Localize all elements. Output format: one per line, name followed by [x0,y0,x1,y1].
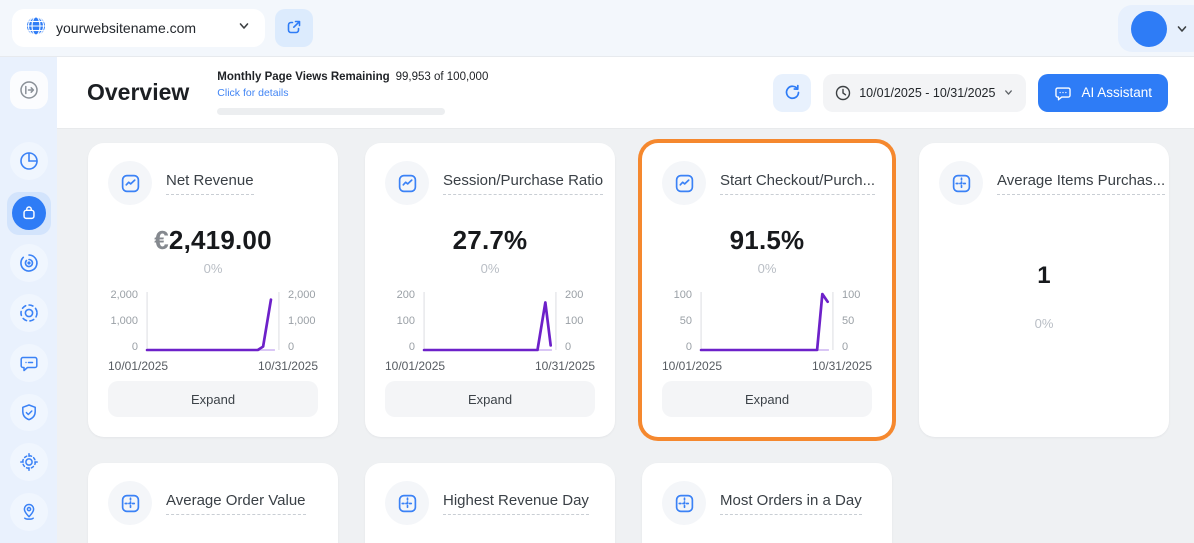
site-name: yourwebsitename.com [56,20,237,36]
grid-table-icon [397,493,418,514]
sidebar [0,57,57,543]
site-selector[interactable]: yourwebsitename.com [12,9,265,47]
mini-chart: 100500 100500 [662,288,872,356]
date-range-picker[interactable]: 10/01/2025 - 10/31/2025 [823,74,1026,112]
kpi-card-most-orders-in-a-day: Most Orders in a Day [642,463,892,543]
globe-icon [26,16,46,41]
chart-date-range: 10/01/202510/31/2025 [108,359,318,373]
quota-progress-fill [217,108,445,115]
card-title[interactable]: Session/Purchase Ratio [443,172,603,195]
shopping-bag-icon [20,204,38,222]
kpi-card-average-order-value: Average Order Value [88,463,338,543]
kpi-card-highest-revenue-day: Highest Revenue Day [365,463,615,543]
kpi-card-start-checkout-purchase: Start Checkout/Purch... 91.5% 0% 100500 … [642,143,892,437]
card-value: 91.5% [662,225,872,256]
quota-label: Monthly Page Views Remaining [217,71,389,83]
chart-date-range: 10/01/202510/31/2025 [662,359,872,373]
chart-date-range: 10/01/202510/31/2025 [385,359,595,373]
grid-table-icon [674,493,695,514]
sidebar-item-geolocation[interactable] [10,493,48,531]
mini-chart: 2,0001,0000 2,0001,0000 [108,288,318,356]
grid-table-icon [951,173,972,194]
sidebar-item-ecommerce[interactable] [7,192,51,236]
gauge-icon [19,253,39,273]
sidebar-item-dashboard[interactable] [10,142,48,180]
pie-chart-icon [19,151,39,171]
expand-button[interactable]: Expand [385,381,595,417]
mini-chart: 2001000 2001000 [385,288,595,356]
card-title[interactable]: Most Orders in a Day [720,492,862,515]
card-title[interactable]: Highest Revenue Day [443,492,589,515]
sidebar-item-feedback[interactable] [10,344,48,382]
card-title[interactable]: Net Revenue [166,172,254,195]
sidebar-item-speed[interactable] [10,244,48,282]
card-title[interactable]: Average Items Purchas... [997,172,1165,195]
line-chart-icon [397,173,418,194]
content-area: Net Revenue €2,419.00 0% 2,0001,0000 2,0… [57,129,1194,543]
expand-button[interactable]: Expand [662,381,872,417]
quota-value: 99,953 of 100,000 [396,71,489,83]
date-range-text: 10/01/2025 - 10/31/2025 [859,86,995,100]
kpi-card-average-items-purchased: Average Items Purchas... 1 0% [919,143,1169,437]
sidebar-item-security[interactable] [10,394,48,432]
kpi-card-net-revenue: Net Revenue €2,419.00 0% 2,0001,0000 2,0… [88,143,338,437]
pageviews-quota: Monthly Page Views Remaining 99,953 of 1… [217,71,488,115]
sidebar-toggle-icon [19,80,39,100]
sidebar-item-recordings[interactable] [10,294,48,332]
card-delta: 0% [385,261,595,276]
avatar [1131,11,1167,47]
chevron-down-icon [237,19,251,38]
card-title[interactable]: Average Order Value [166,492,306,515]
card-delta: 0% [662,261,872,276]
grid-table-icon [120,493,141,514]
page-header: Overview Monthly Page Views Remaining 99… [57,57,1194,129]
sidebar-toggle[interactable] [10,71,48,109]
kpi-card-session-purchase-ratio: Session/Purchase Ratio 27.7% 0% 2001000 … [365,143,615,437]
quota-progress-bar [217,108,445,115]
chevron-down-icon [1003,87,1014,98]
card-value: 27.7% [385,225,595,256]
expand-button[interactable]: Expand [108,381,318,417]
ai-chat-icon [1054,84,1072,102]
card-value: €2,419.00 [108,225,318,256]
page-title: Overview [87,79,189,106]
main-area: Overview Monthly Page Views Remaining 99… [57,57,1194,543]
open-site-button[interactable] [275,9,313,47]
user-menu[interactable] [1118,5,1194,52]
refresh-icon [783,83,802,102]
clock-icon [835,85,851,101]
card-delta: 0% [939,316,1149,331]
quota-details-link[interactable]: Click for details [217,87,288,99]
chat-bubble-icon [19,353,39,373]
gear-icon [19,452,39,472]
lens-focus-icon [19,303,39,323]
line-chart-icon [120,173,141,194]
line-chart-icon [674,173,695,194]
card-title[interactable]: Start Checkout/Purch... [720,172,875,195]
ai-assistant-label: AI Assistant [1081,85,1152,100]
shield-check-icon [19,403,39,423]
ai-assistant-button[interactable]: AI Assistant [1038,74,1168,112]
external-link-icon [285,18,303,39]
location-pin-icon [19,502,39,522]
card-value: 1 [939,262,1149,290]
chevron-down-icon [1175,22,1189,36]
sidebar-item-settings[interactable] [10,443,48,481]
card-delta: 0% [108,261,318,276]
top-bar: yourwebsitename.com [0,0,1194,57]
refresh-button[interactable] [773,74,811,112]
